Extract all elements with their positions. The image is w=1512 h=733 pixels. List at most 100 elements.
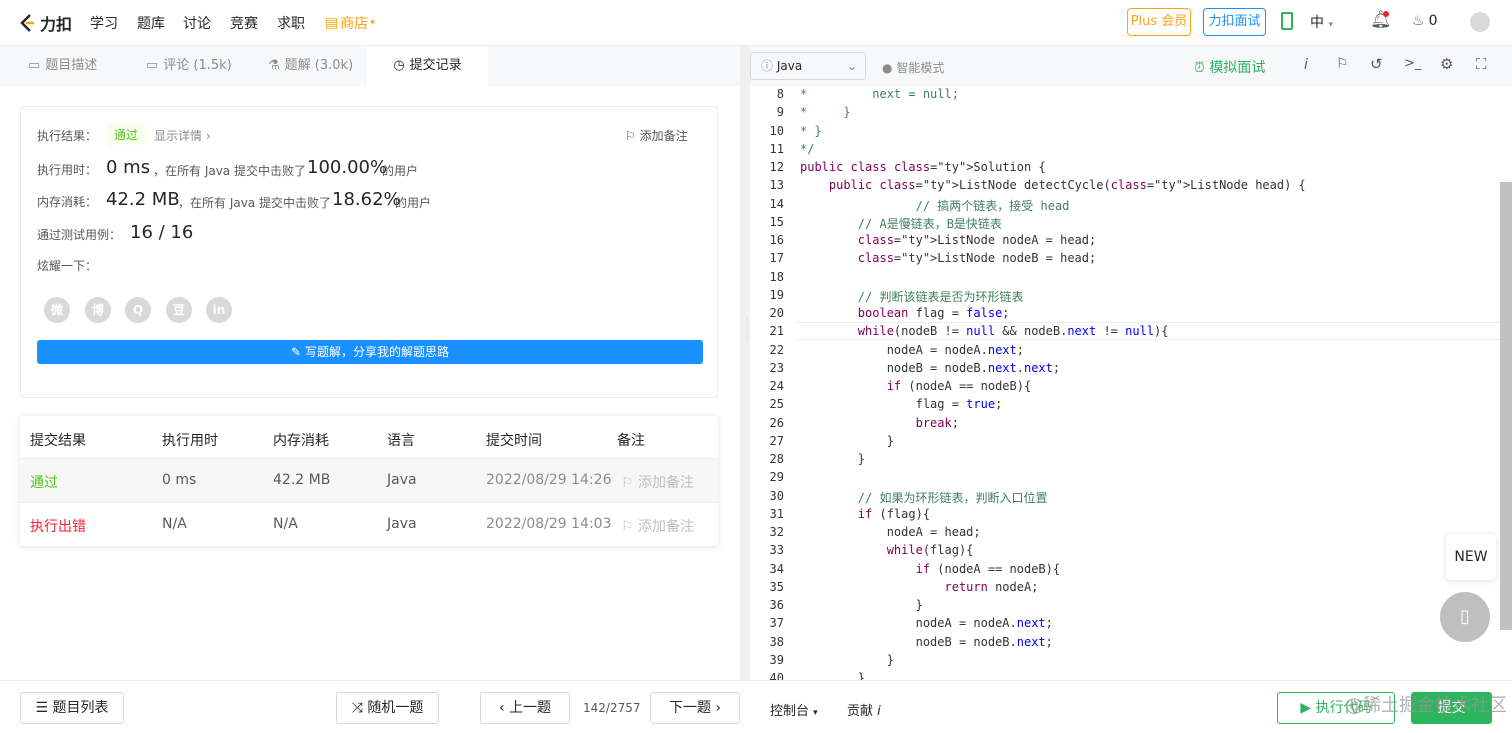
tab-description[interactable]: ▭ 题目描述 xyxy=(28,46,107,86)
line-number: 9 xyxy=(776,105,784,120)
linkedin-icon[interactable]: in xyxy=(206,297,232,323)
code-line[interactable]: * } xyxy=(800,105,851,119)
contribute-button[interactable]: 贡献 i xyxy=(847,700,881,719)
flask-icon: ⚗ xyxy=(268,58,280,73)
problem-list-label: 题目列表 xyxy=(52,700,109,716)
nav-shop[interactable]: ▤ 商店 ▾ xyxy=(325,13,375,33)
code-line[interactable]: } xyxy=(800,434,894,448)
tab-solutions[interactable]: ⚗ 题解 (3.0k) xyxy=(268,46,353,86)
notebook-icon[interactable]: ▯ xyxy=(1440,592,1490,642)
tab-submissions[interactable]: ◷ 提交记录 xyxy=(367,46,488,86)
code-line[interactable]: */ xyxy=(800,142,814,156)
smart-mode-toggle[interactable]: ● 智能模式 xyxy=(882,59,944,76)
code-line[interactable]: if (nodeA == nodeB){ xyxy=(800,562,1061,576)
prev-problem-button[interactable]: ‹ 上一题 xyxy=(480,692,570,724)
problem-list-button[interactable]: ☰ 题目列表 xyxy=(20,692,124,724)
avatar[interactable] xyxy=(1470,12,1490,32)
line-number: 32 xyxy=(769,525,784,539)
plus-member-button[interactable]: Plus 会员 xyxy=(1127,8,1191,36)
info-italic-icon[interactable]: i xyxy=(1304,57,1308,73)
nav-problems[interactable]: 题库 xyxy=(137,13,165,33)
points[interactable]: ♨ 0 xyxy=(1412,13,1437,29)
random-problem-button[interactable]: ⤨ 随机一题 xyxy=(336,692,439,724)
new-badge[interactable]: NEW xyxy=(1446,534,1496,580)
row-language: Java xyxy=(387,516,417,532)
language-select[interactable]: 中 ▾ xyxy=(1310,12,1333,32)
code-line[interactable]: return nodeA; xyxy=(800,580,1039,594)
pencil-icon: ✎ xyxy=(291,345,302,359)
mock-interview-button[interactable]: ⏰︎ 模拟面试 xyxy=(1194,57,1265,77)
code-line[interactable]: * } xyxy=(800,124,822,138)
code-line[interactable]: break; xyxy=(800,416,959,430)
code-line[interactable]: // 搞两个链表，接受 head xyxy=(800,197,1070,214)
code-line[interactable]: nodeA = nodeA.next; xyxy=(800,616,1053,630)
points-value: 0 xyxy=(1428,13,1438,29)
interview-button[interactable]: 力扣面试 xyxy=(1203,8,1266,36)
panel-splitter[interactable]: ⋮ ⋮ ⋮ xyxy=(740,46,751,680)
row-add-note[interactable]: ⚐ 添加备注 xyxy=(621,472,694,492)
tests-value: 16 / 16 xyxy=(130,222,194,243)
reset-icon[interactable]: ↺ xyxy=(1370,55,1383,73)
code-line[interactable]: nodeA = head; xyxy=(800,525,981,539)
row-time: 0 ms xyxy=(162,472,197,488)
show-detail-link[interactable]: 显示详情 › xyxy=(154,127,211,144)
code-line[interactable]: if (flag){ xyxy=(800,507,930,521)
nav-discuss[interactable]: 讨论 xyxy=(183,13,211,33)
douban-icon[interactable]: 豆 xyxy=(166,297,192,323)
weibo-icon[interactable]: 博 xyxy=(85,297,111,323)
chevron-left-icon: ‹ xyxy=(498,700,505,716)
line-number: 37 xyxy=(769,616,784,631)
add-note-button[interactable]: ⚐ 添加备注 xyxy=(625,127,688,144)
settings-icon[interactable]: ⚙ xyxy=(1440,55,1453,73)
code-line[interactable]: nodeA = nodeA.next; xyxy=(800,343,1024,357)
random-problem-label: 随机一题 xyxy=(367,700,424,716)
console-toggle[interactable]: 控制台 ▾ xyxy=(770,700,818,719)
row-language: Java xyxy=(387,472,417,488)
nav-contest[interactable]: 竞赛 xyxy=(230,13,258,33)
submission-panel: 执行结果： 通过 显示详情 › ⚐ 添加备注 执行用时： 0 ms ，在所有 J… xyxy=(0,86,740,680)
code-editor[interactable]: 8 9 10 11 12 13 14 15 16 17 18 19 20 21 22 23 24 25 26 27 28… xyxy=(750,86,1512,680)
code-line[interactable]: class="ty">ListNode nodeA = head; xyxy=(800,233,1096,247)
qq-icon[interactable]: Q xyxy=(125,297,151,323)
code-line[interactable]: class="ty">ListNode nodeB = head; xyxy=(800,251,1096,265)
row-status[interactable]: 执行出错 xyxy=(30,516,86,536)
flame-icon: ♨ xyxy=(1412,13,1425,29)
terminal-icon[interactable]: >_ xyxy=(1404,56,1421,71)
table-row[interactable]: 通过 0 ms 42.2 MB Java 2022/08/29 14:26 ⚐ … xyxy=(20,458,718,502)
code-line[interactable]: * next = null; xyxy=(800,87,959,101)
tab-comments[interactable]: ▭ 评论 (1.5k) xyxy=(146,46,232,86)
code-line[interactable]: nodeB = nodeB.next; xyxy=(800,635,1053,649)
code-line[interactable]: } xyxy=(800,653,894,667)
row-status[interactable]: 通过 xyxy=(30,472,58,492)
problem-page-indicator: 142/2757 xyxy=(583,701,641,715)
language-dropdown[interactable]: ⓘ Java ⌄ xyxy=(750,52,866,80)
mobile-icon[interactable] xyxy=(1281,12,1293,30)
table-row[interactable]: 执行出错 N/A N/A Java 2022/08/29 14:03 ⚐ 添加备… xyxy=(20,502,718,546)
code-line[interactable]: // A是慢链表，B是快链表 xyxy=(800,215,1002,232)
clock-icon: ◷ xyxy=(393,58,405,73)
code-line[interactable]: if (nodeA == nodeB){ xyxy=(800,379,1032,393)
code-line[interactable]: boolean flag = false; xyxy=(800,306,1010,320)
code-line[interactable]: nodeB = nodeB.next.next; xyxy=(800,361,1060,375)
wechat-icon[interactable]: 微 xyxy=(44,297,70,323)
code-line[interactable]: } xyxy=(800,671,865,680)
fullscreen-icon[interactable]: ⛶ xyxy=(1476,55,1487,73)
flag-icon[interactable]: ⚐ xyxy=(1336,56,1349,72)
code-line[interactable]: // 如果为环形链表，判断入口位置 xyxy=(800,489,1048,506)
current-line-highlight xyxy=(796,322,1512,340)
code-line[interactable]: public class class="ty">Solution { xyxy=(800,160,1046,174)
code-line[interactable]: // 判断该链表是否为环形链表 xyxy=(800,288,1024,305)
code-line[interactable]: while(flag){ xyxy=(800,543,974,557)
write-solution-button[interactable]: ✎ 写题解，分享我的解题思路 xyxy=(37,340,703,364)
code-line[interactable]: flag = true; xyxy=(800,397,1003,411)
line-number: 20 xyxy=(769,306,784,320)
vertical-scrollbar[interactable] xyxy=(1500,182,1512,630)
nav-learn[interactable]: 学习 xyxy=(90,13,118,33)
code-line[interactable]: } xyxy=(800,452,865,466)
logo[interactable]: 力扣 xyxy=(18,11,72,35)
row-add-note[interactable]: ⚐ 添加备注 xyxy=(621,516,694,536)
code-line[interactable]: public class="ty">ListNode detectCycle(c… xyxy=(800,178,1306,192)
code-line[interactable]: } xyxy=(800,598,923,612)
nav-jobs[interactable]: 求职 xyxy=(277,13,305,33)
next-problem-button[interactable]: 下一题 › xyxy=(650,692,740,724)
